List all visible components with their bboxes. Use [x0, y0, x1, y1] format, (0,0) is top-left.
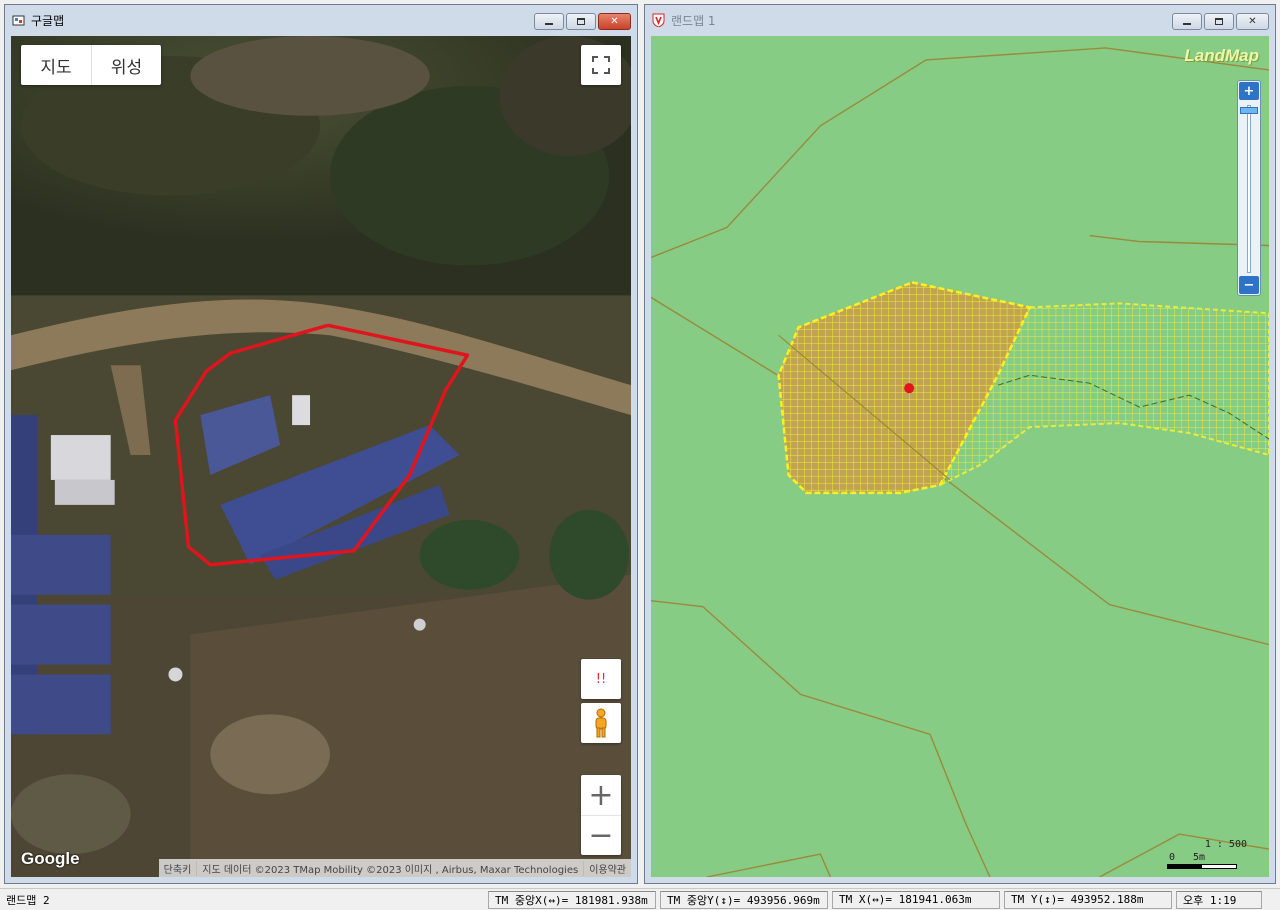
maximize-button[interactable] — [566, 13, 596, 30]
scale-ratio: 1 : 500 — [1204, 839, 1247, 850]
zoom-slider: + − — [1237, 80, 1261, 296]
v-shield-icon — [651, 13, 665, 27]
status-center-x: TM 중앙X(↔)= 181981.938m — [488, 890, 656, 909]
parcel-map — [651, 36, 1269, 877]
google-map-window: 구글맵 ✕ 지도 위성 !! + − Google 단축키 지도 데이터 ©20… — [4, 4, 638, 884]
landmap-logo: LandMap — [1184, 46, 1259, 65]
close-button[interactable]: ✕ — [598, 13, 631, 30]
landmap-window: 랜드맵 1 ✕ LandMap + − 1: 500 0 5m — [644, 4, 1276, 884]
scale-bar: 1 : 500 0 5m — [1167, 839, 1247, 869]
satellite-map[interactable]: 지도 위성 !! + − Google 단축키 지도 데이터 ©2023 TMa… — [11, 36, 631, 877]
zoom-control: + − — [581, 775, 621, 855]
zoom-thumb[interactable] — [1240, 107, 1258, 114]
window-title: 랜드맵 1 — [671, 13, 716, 28]
minimize-button[interactable] — [534, 13, 564, 30]
street-view-alert-button[interactable]: !! — [581, 659, 621, 699]
tab-map[interactable]: 지도 — [21, 45, 91, 85]
satellite-imagery — [11, 36, 631, 877]
cadastral-map[interactable]: LandMap + − 1 : 500 0 5m — [651, 36, 1269, 877]
status-app-name: 랜드맵 2 — [6, 893, 50, 907]
status-center-y: TM 중앙Y(↕)= 493956.969m — [660, 890, 828, 909]
map-type-control: 지도 위성 — [21, 45, 161, 85]
shortcuts-link[interactable]: 단축키 — [159, 861, 197, 876]
map-attribution: 단축키 지도 데이터 ©2023 TMap Mobility ©2023 이미지… — [158, 859, 631, 877]
window-title: 구글맵 — [31, 13, 65, 28]
scale-label-5m: 5m — [1193, 852, 1206, 863]
close-icon: ✕ — [1248, 16, 1257, 27]
minimize-icon — [545, 23, 553, 25]
maximize-button[interactable] — [1204, 13, 1234, 30]
close-button[interactable]: ✕ — [1236, 13, 1269, 30]
status-bar: 랜드맵 2 TM 중앙X(↔)= 181981.938m TM 중앙Y(↕)= … — [0, 888, 1280, 910]
close-icon: ✕ — [610, 16, 619, 27]
scale-label-zero: 0 — [1169, 852, 1176, 863]
google-logo: Google — [21, 849, 80, 868]
restore-icon — [577, 18, 585, 25]
status-tm-x: TM X(↔)= 181941.063m — [832, 890, 1000, 909]
map-data-credit: 지도 데이터 ©2023 TMap Mobility ©2023 이미지 , A… — [196, 860, 583, 876]
tab-satellite[interactable]: 위성 — [91, 45, 161, 85]
status-time: 오후 1:19 — [1176, 890, 1262, 909]
map-window-icon — [11, 13, 25, 27]
zoom-track[interactable] — [1247, 105, 1251, 273]
fullscreen-button[interactable] — [581, 45, 621, 85]
pegman-button[interactable] — [581, 703, 621, 743]
center-point-marker — [904, 383, 915, 394]
alert-icon: !! — [595, 671, 607, 687]
minimize-button[interactable] — [1172, 13, 1202, 30]
scale-bar-graphic — [1167, 864, 1237, 869]
pegman-icon — [595, 708, 607, 738]
fullscreen-icon — [592, 56, 610, 74]
minimize-icon — [1183, 23, 1191, 25]
zoom-in-button[interactable]: + — [1239, 82, 1259, 100]
terms-link[interactable]: 이용약관 — [583, 860, 631, 876]
restore-icon — [1215, 18, 1223, 25]
zoom-out-button[interactable]: − — [1239, 276, 1259, 294]
status-tm-y: TM Y(↕)= 493952.188m — [1004, 890, 1172, 909]
zoom-out-button[interactable]: − — [581, 815, 621, 855]
zoom-in-button[interactable]: + — [581, 775, 621, 815]
